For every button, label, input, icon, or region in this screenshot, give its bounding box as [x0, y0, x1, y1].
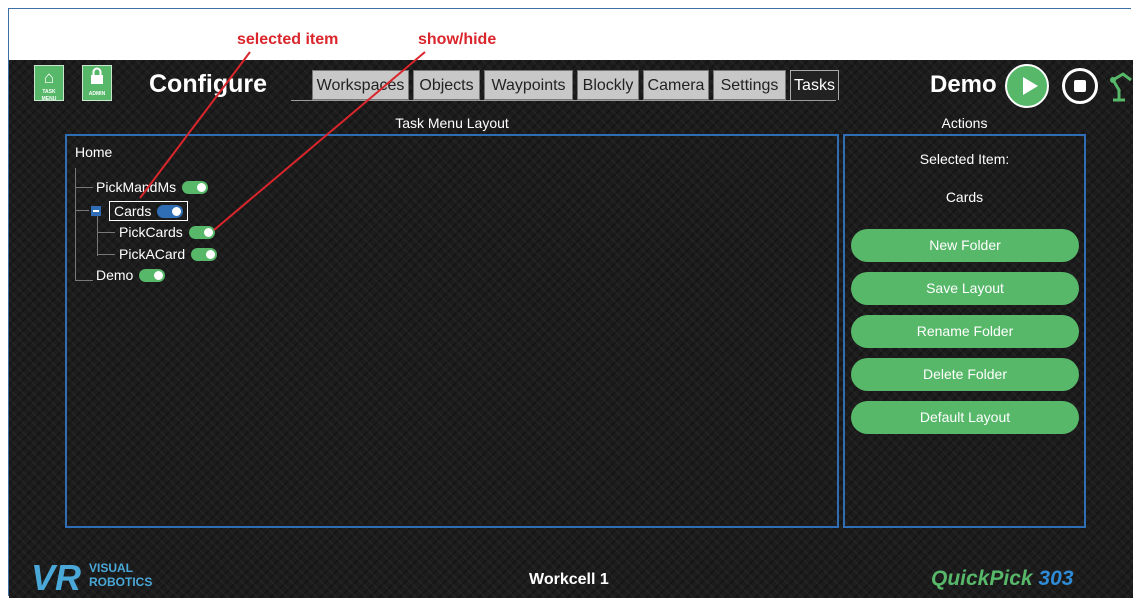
- visibility-toggle[interactable]: [191, 247, 218, 261]
- workcell-label: Workcell 1: [529, 571, 609, 588]
- logo-text-robotics: ROBOTICS: [89, 575, 153, 589]
- selected-item-box[interactable]: Cards: [109, 201, 189, 221]
- tab-waypoints[interactable]: Waypoints: [484, 70, 573, 100]
- tree-item-label: PickMandMs: [96, 179, 177, 195]
- task-menu-button[interactable]: ⌂ TASK MENU: [34, 65, 64, 102]
- default-layout-button[interactable]: Default Layout: [851, 401, 1079, 434]
- stop-button[interactable]: [1062, 68, 1098, 104]
- new-folder-button[interactable]: New Folder: [851, 229, 1079, 262]
- tree-line: [75, 187, 93, 188]
- tree-item-label: Cards: [114, 203, 152, 219]
- tree-line: [97, 216, 98, 256]
- layout-panel-heading: Task Menu Layout: [395, 115, 509, 131]
- tab-tasks[interactable]: Tasks: [790, 70, 839, 100]
- task-menu-label: TASK MENU: [41, 89, 57, 102]
- visibility-toggle[interactable]: [188, 225, 215, 239]
- robot-arm-icon[interactable]: [1109, 70, 1133, 102]
- home-icon: ⌂: [43, 68, 55, 87]
- product-name-part2: 303: [1032, 567, 1074, 590]
- visibility-toggle[interactable]: [182, 180, 209, 194]
- vr-logo-mark-icon: VR: [31, 557, 82, 598]
- tab-camera[interactable]: Camera: [643, 70, 709, 100]
- play-button[interactable]: [1005, 64, 1049, 108]
- tree-item-demo[interactable]: Demo: [96, 267, 166, 283]
- workcell-name: Demo: [930, 71, 997, 98]
- tree-item-pickcards[interactable]: PickCards: [119, 224, 215, 240]
- tree-root-home[interactable]: Home: [75, 144, 112, 160]
- product-name-part1: QuickPick: [931, 567, 1033, 590]
- tree-line: [75, 280, 93, 281]
- collapse-icon[interactable]: [91, 206, 101, 216]
- admin-button[interactable]: ADMIN: [82, 65, 112, 101]
- tree-item-label: PickACard: [119, 246, 186, 262]
- visual-robotics-logo: VR VISUAL ROBOTICS: [31, 558, 171, 598]
- tab-blockly[interactable]: Blockly: [577, 70, 639, 100]
- save-layout-button[interactable]: Save Layout: [851, 272, 1079, 305]
- visibility-toggle[interactable]: [157, 204, 184, 218]
- tree-item-pickacard[interactable]: PickACard: [119, 246, 218, 262]
- annotation-show-hide: show/hide: [418, 31, 497, 48]
- admin-label: ADMIN: [88, 91, 106, 97]
- delete-folder-button[interactable]: Delete Folder: [851, 358, 1079, 391]
- tree-item-label: PickCards: [119, 224, 183, 240]
- app-window: ⌂ TASK MENU ADMIN Configure Workspaces O…: [9, 60, 1133, 598]
- tab-settings[interactable]: Settings: [713, 70, 786, 100]
- tree-line: [97, 254, 115, 255]
- tree-line: [97, 232, 115, 233]
- tab-workspaces[interactable]: Workspaces: [312, 70, 409, 100]
- tree-line: [75, 168, 76, 280]
- page-title: Configure: [149, 70, 268, 98]
- tree-item-pickmandms[interactable]: PickMandMs: [96, 179, 209, 195]
- selected-item-caption: Selected Item:: [919, 151, 1010, 167]
- visibility-toggle[interactable]: [139, 268, 166, 282]
- product-name: QuickPick 303: [931, 567, 1073, 591]
- lock-icon: [83, 67, 111, 91]
- tree-item-cards[interactable]: Cards: [91, 201, 189, 221]
- logo-text-visual: VISUAL: [89, 561, 134, 575]
- tab-objects[interactable]: Objects: [413, 70, 480, 100]
- annotation-selected-item: selected item: [237, 31, 339, 48]
- actions-panel-heading: Actions: [941, 115, 988, 131]
- tree-line: [75, 210, 89, 211]
- selected-item-value: Cards: [945, 189, 984, 205]
- tree-item-label: Demo: [96, 267, 134, 283]
- rename-folder-button[interactable]: Rename Folder: [851, 315, 1079, 348]
